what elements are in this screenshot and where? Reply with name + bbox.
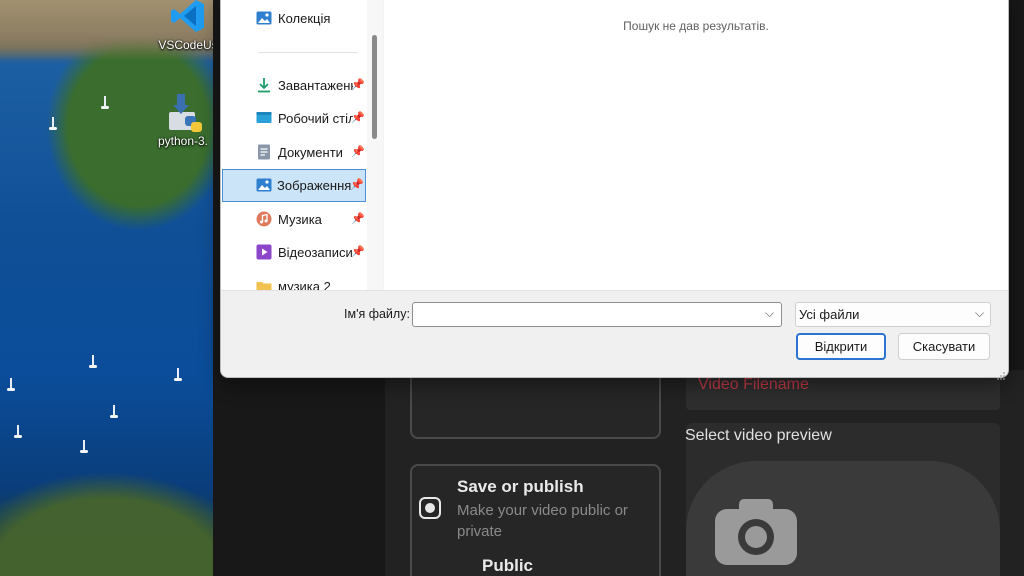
nav-item-label: Відеозаписи [278, 245, 353, 260]
publish-subtitle: Make your video public or private [457, 502, 628, 540]
cancel-button[interactable]: Скасувати [898, 333, 990, 360]
nav-item-label: Документи [278, 145, 343, 160]
pin-icon: 📌 [351, 245, 365, 258]
nav-item-gallery[interactable]: Колекція [223, 2, 367, 35]
publish-title: Save or publish [457, 477, 584, 496]
camera-icon [713, 497, 799, 567]
nav-item-label: музика 2 [278, 279, 331, 290]
videos-icon [256, 244, 272, 260]
sailboat [7, 378, 15, 392]
pin-icon: 📌 [350, 178, 364, 191]
nav-item-documents[interactable]: Документи 📌 [223, 136, 367, 169]
pin-icon: 📌 [351, 145, 365, 158]
sailboat [89, 355, 97, 369]
python-installer-icon [163, 92, 203, 132]
file-type-select[interactable]: Усі файли [795, 302, 991, 327]
nav-item-downloads[interactable]: Завантаження 📌 [223, 69, 367, 102]
desktop-icon-label: python-3. [157, 134, 209, 148]
pin-icon: 📌 [351, 111, 365, 124]
chevron-down-icon[interactable]: ⌵ [975, 306, 984, 321]
nav-scrollbar-thumb[interactable] [372, 35, 377, 139]
nav-item-folder-music-2[interactable]: музика 2 [223, 270, 367, 290]
folder-icon [256, 279, 272, 290]
empty-results-message: Пошук не дав результатів. [623, 19, 769, 33]
pictures-icon [256, 177, 272, 193]
filename-input[interactable] [412, 302, 782, 327]
desktop-icon-vscode[interactable]: VSCodeUs [153, 0, 213, 52]
music-icon [256, 211, 272, 227]
video-filename-placeholder: Video Filename [698, 376, 809, 393]
public-option-label[interactable]: Public [482, 556, 533, 576]
desktop-folder-icon [256, 110, 272, 126]
resize-grip-icon[interactable] [996, 366, 1006, 380]
nav-item-label: Завантаження [278, 78, 353, 93]
vscode-icon [168, 0, 208, 36]
documents-icon [256, 144, 272, 160]
nav-item-label: Колекція [278, 11, 331, 26]
preview-label: Select video preview [685, 427, 832, 444]
nav-item-pictures[interactable]: Зображення 📌 [222, 169, 366, 202]
sailboat [101, 96, 109, 110]
open-button[interactable]: Відкрити [796, 333, 886, 360]
nav-separator [258, 52, 358, 53]
desktop-wallpaper: VSCodeUs python-3. [0, 0, 213, 576]
sailboat [110, 405, 118, 419]
sailboat [80, 440, 88, 454]
desktop-icon-python-installer[interactable]: python-3. [148, 92, 213, 148]
nav-item-label: Робочий стіл [278, 111, 353, 126]
nav-item-desktop[interactable]: Робочий стіл 📌 [223, 102, 367, 135]
publish-radio[interactable] [419, 497, 441, 519]
chevron-down-icon[interactable]: ⌵ [765, 306, 774, 321]
pin-icon: 📌 [351, 212, 365, 225]
nav-item-label: Музика [278, 212, 322, 227]
gallery-icon [256, 10, 272, 26]
filename-label: Ім'я файлу: [344, 307, 410, 321]
sailboat [14, 425, 22, 439]
file-list-pane[interactable] [384, 0, 1008, 290]
sailboat [49, 117, 57, 131]
pin-icon: 📌 [351, 78, 365, 91]
nav-item-label: Зображення [277, 178, 352, 193]
nav-item-music[interactable]: Музика 📌 [223, 203, 367, 236]
download-icon [256, 77, 272, 93]
sailboat [174, 368, 182, 382]
desktop-icon-label: VSCodeUs [158, 38, 213, 52]
nav-item-videos[interactable]: Відеозаписи 📌 [223, 236, 367, 269]
